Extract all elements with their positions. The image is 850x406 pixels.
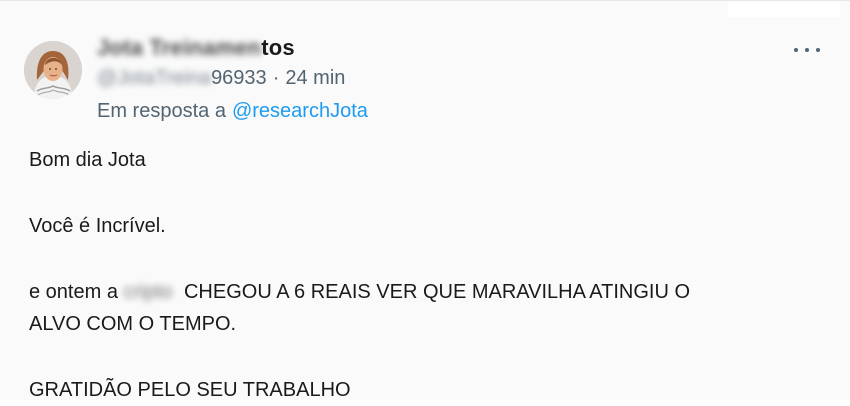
paragraph-3-line-1: CHEGOU A 6 REAIS VER QUE MARAVILHA ATING… xyxy=(183,281,691,303)
reply-prefix: Em resposta a xyxy=(97,99,226,122)
paragraph-2: Você é Incrível. xyxy=(29,215,166,237)
handle-visible: 96933 xyxy=(211,66,267,89)
paragraph-3: e ontem a cripto CHEGOU A 6 REAIS VER QU… xyxy=(29,276,789,340)
reply-to-link[interactable]: @researchJota xyxy=(232,100,368,123)
top-white-strip xyxy=(728,1,840,17)
reply-context: Em resposta a @researchJota xyxy=(97,99,368,123)
more-dots-icon xyxy=(805,48,809,52)
more-dots-icon xyxy=(816,48,820,52)
tweet-body: Bom dia Jota Você é Incrível. e ontem a … xyxy=(29,144,789,406)
display-name-visible: tos xyxy=(261,35,295,60)
avatar-image xyxy=(24,41,82,99)
timestamp[interactable]: 24 min xyxy=(285,67,345,90)
time-separator: · xyxy=(272,66,280,89)
handle-row: @JotaTreina 96933 · 24 min xyxy=(97,66,345,90)
display-name-row[interactable]: Jota Treinamen tos xyxy=(97,34,295,62)
avatar[interactable] xyxy=(24,41,82,99)
paragraph-3-prefix: e ontem a xyxy=(29,281,118,303)
more-dots-icon xyxy=(794,48,798,52)
more-options-button[interactable] xyxy=(794,41,820,59)
tweet-header: Jota Treinamen tos @JotaTreina 96933 · 2… xyxy=(97,29,717,129)
tweet-card[interactable]: Jota Treinamen tos @JotaTreina 96933 · 2… xyxy=(0,0,850,401)
display-name-redacted: Jota Treinamen xyxy=(97,35,262,60)
handle-redacted: @JotaTreina xyxy=(97,66,212,89)
redacted-word: cripto xyxy=(123,281,173,303)
paragraph-3-line-2: ALVO COM O TEMPO. xyxy=(29,313,237,335)
paragraph-1: Bom dia Jota xyxy=(29,149,146,171)
paragraph-4: GRATIDÃO PELO SEU TRABALHO xyxy=(29,379,351,401)
